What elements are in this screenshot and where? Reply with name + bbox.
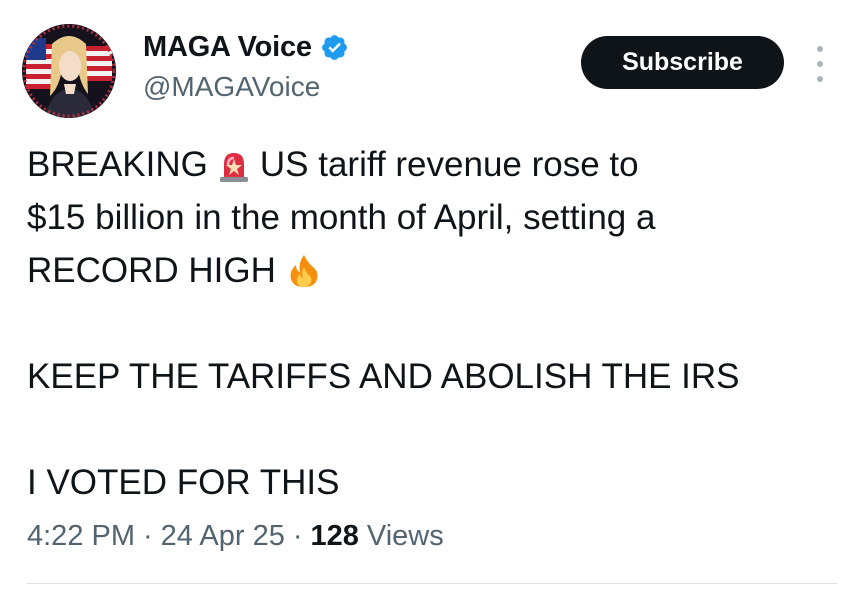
tweet-line-3: RECORD HIGH: [27, 244, 847, 297]
divider: [27, 583, 837, 584]
tweet-meta: 4:22 PM · 24 Apr 25 · 128 Views: [27, 520, 444, 553]
tweet-text-segment: US tariff revenue rose to: [259, 145, 639, 184]
more-options-icon[interactable]: [808, 46, 832, 82]
tweet-text-segment: RECORD HIGH: [27, 251, 276, 290]
tweet-text: BREAKING US tariff revenue rose to $15 b…: [27, 138, 847, 509]
subscribe-button[interactable]: Subscribe: [581, 36, 784, 89]
tweet-time[interactable]: 4:22 PM: [27, 520, 135, 553]
avatar[interactable]: [22, 24, 116, 118]
patriotic-portrait-avatar-icon: [22, 24, 116, 118]
tweet-text-segment: BREAKING: [27, 145, 208, 184]
tweet-line-1: BREAKING US tariff revenue rose to: [27, 138, 847, 191]
tweet-line-5: I VOTED FOR THIS: [27, 463, 340, 502]
user-handle[interactable]: @MAGAVoice: [143, 71, 320, 103]
meta-separator: ·: [292, 520, 303, 552]
tweet-card: MAGA Voice @MAGAVoice Subscribe BREAKING: [0, 0, 864, 589]
meta-separator: ·: [143, 520, 153, 552]
more-dot: [817, 76, 823, 82]
verified-badge-icon[interactable]: [320, 33, 349, 62]
more-dot: [817, 61, 823, 67]
views-label[interactable]: Views: [367, 520, 444, 553]
tweet-line-4: KEEP THE TARIFFS AND ABOLISH THE IRS: [27, 357, 740, 396]
views-count[interactable]: 128: [311, 520, 359, 553]
more-dot: [817, 46, 823, 52]
fire-emoji-icon: [286, 253, 322, 289]
police-light-emoji-icon: [216, 147, 252, 183]
tweet-date[interactable]: 24 Apr 25: [161, 520, 285, 553]
author-name-row: MAGA Voice: [143, 28, 349, 66]
display-name[interactable]: MAGA Voice: [143, 31, 312, 64]
tweet-line-2: $15 billion in the month of April, setti…: [27, 198, 656, 237]
